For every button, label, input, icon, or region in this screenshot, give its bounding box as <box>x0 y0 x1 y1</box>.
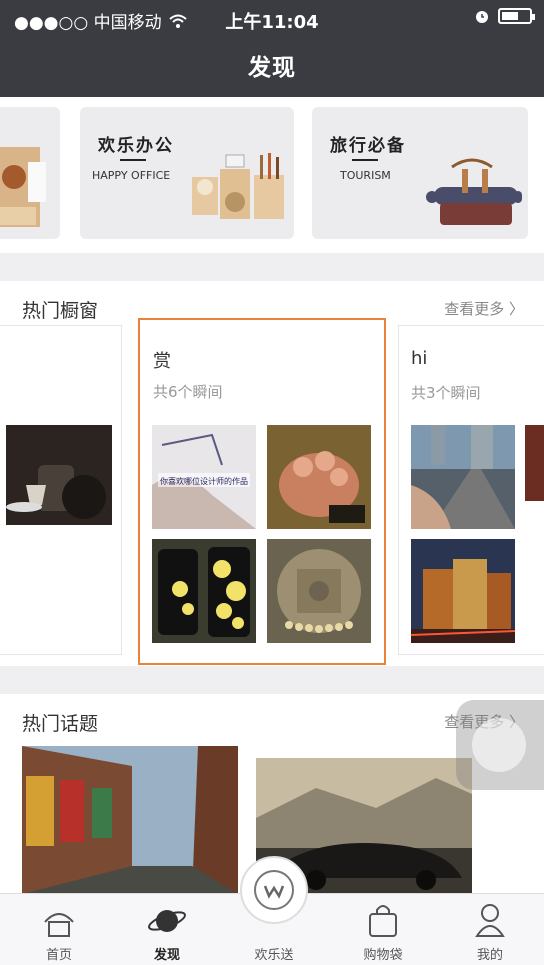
assistive-touch-button[interactable] <box>456 700 544 790</box>
selection-highlight <box>138 318 386 665</box>
tab-bag[interactable]: 购物袋 <box>333 894 433 965</box>
bag-icon <box>369 905 397 937</box>
travel-bag-image <box>426 158 522 225</box>
window-thumbnail <box>411 425 515 529</box>
window-thumbnail <box>411 539 515 643</box>
section-heading: 热门话题 <box>22 713 99 735</box>
window-card-hi[interactable]: hi 共3个瞬间 <box>398 325 544 655</box>
tab-home[interactable]: 首页 <box>9 894 109 965</box>
home-icon <box>44 913 74 937</box>
topic-image[interactable] <box>22 746 238 894</box>
category-subtitle: TOURISM <box>340 169 391 182</box>
center-action-button[interactable] <box>240 856 308 924</box>
tab-label: 购物袋 <box>363 948 403 963</box>
tab-label: 欢乐送 <box>254 948 294 963</box>
section-heading: 热门橱窗 <box>22 300 99 322</box>
user-icon <box>475 904 505 937</box>
alarm-icon <box>476 11 488 23</box>
w-logo-icon <box>263 885 285 899</box>
title-divider <box>352 159 378 161</box>
planet-icon <box>148 910 186 932</box>
tab-label: 首页 <box>45 948 72 963</box>
category-image <box>0 147 46 227</box>
office-products-image <box>192 153 284 219</box>
window-card-partial[interactable] <box>0 325 122 655</box>
top-bar: ●●●○○ 中国移动 上午11:04 发现 <box>0 0 544 97</box>
status-right <box>474 8 535 24</box>
tab-discover[interactable]: 发现 <box>117 894 217 965</box>
window-thumbnail <box>525 425 544 501</box>
tab-label: 我的 <box>476 948 503 963</box>
category-title: 欢乐办公 <box>98 136 174 156</box>
category-carousel[interactable]: 欢乐办公 HAPPY OFFICE 旅行必备 TOURISM <box>0 97 544 253</box>
window-thumbnail <box>6 425 112 525</box>
title-divider <box>120 159 146 161</box>
category-card-partial[interactable] <box>0 107 60 239</box>
tab-label: 发现 <box>153 948 180 963</box>
battery-icon <box>498 8 535 24</box>
view-more-link[interactable]: 查看更多 〉 <box>444 298 524 319</box>
category-card-tourism[interactable]: 旅行必备 TOURISM <box>312 107 528 239</box>
tab-mine[interactable]: 我的 <box>440 894 540 965</box>
status-bar: ●●●○○ 中国移动 上午11:04 <box>0 0 544 36</box>
category-card-happy-office[interactable]: 欢乐办公 HAPPY OFFICE <box>80 107 294 239</box>
window-count: 共3个瞬间 <box>411 384 481 402</box>
status-time: 上午11:04 <box>225 12 319 33</box>
page-title: 发现 <box>248 55 296 81</box>
category-subtitle: HAPPY OFFICE <box>92 169 171 182</box>
window-title: hi <box>411 348 428 369</box>
category-title: 旅行必备 <box>330 136 406 156</box>
